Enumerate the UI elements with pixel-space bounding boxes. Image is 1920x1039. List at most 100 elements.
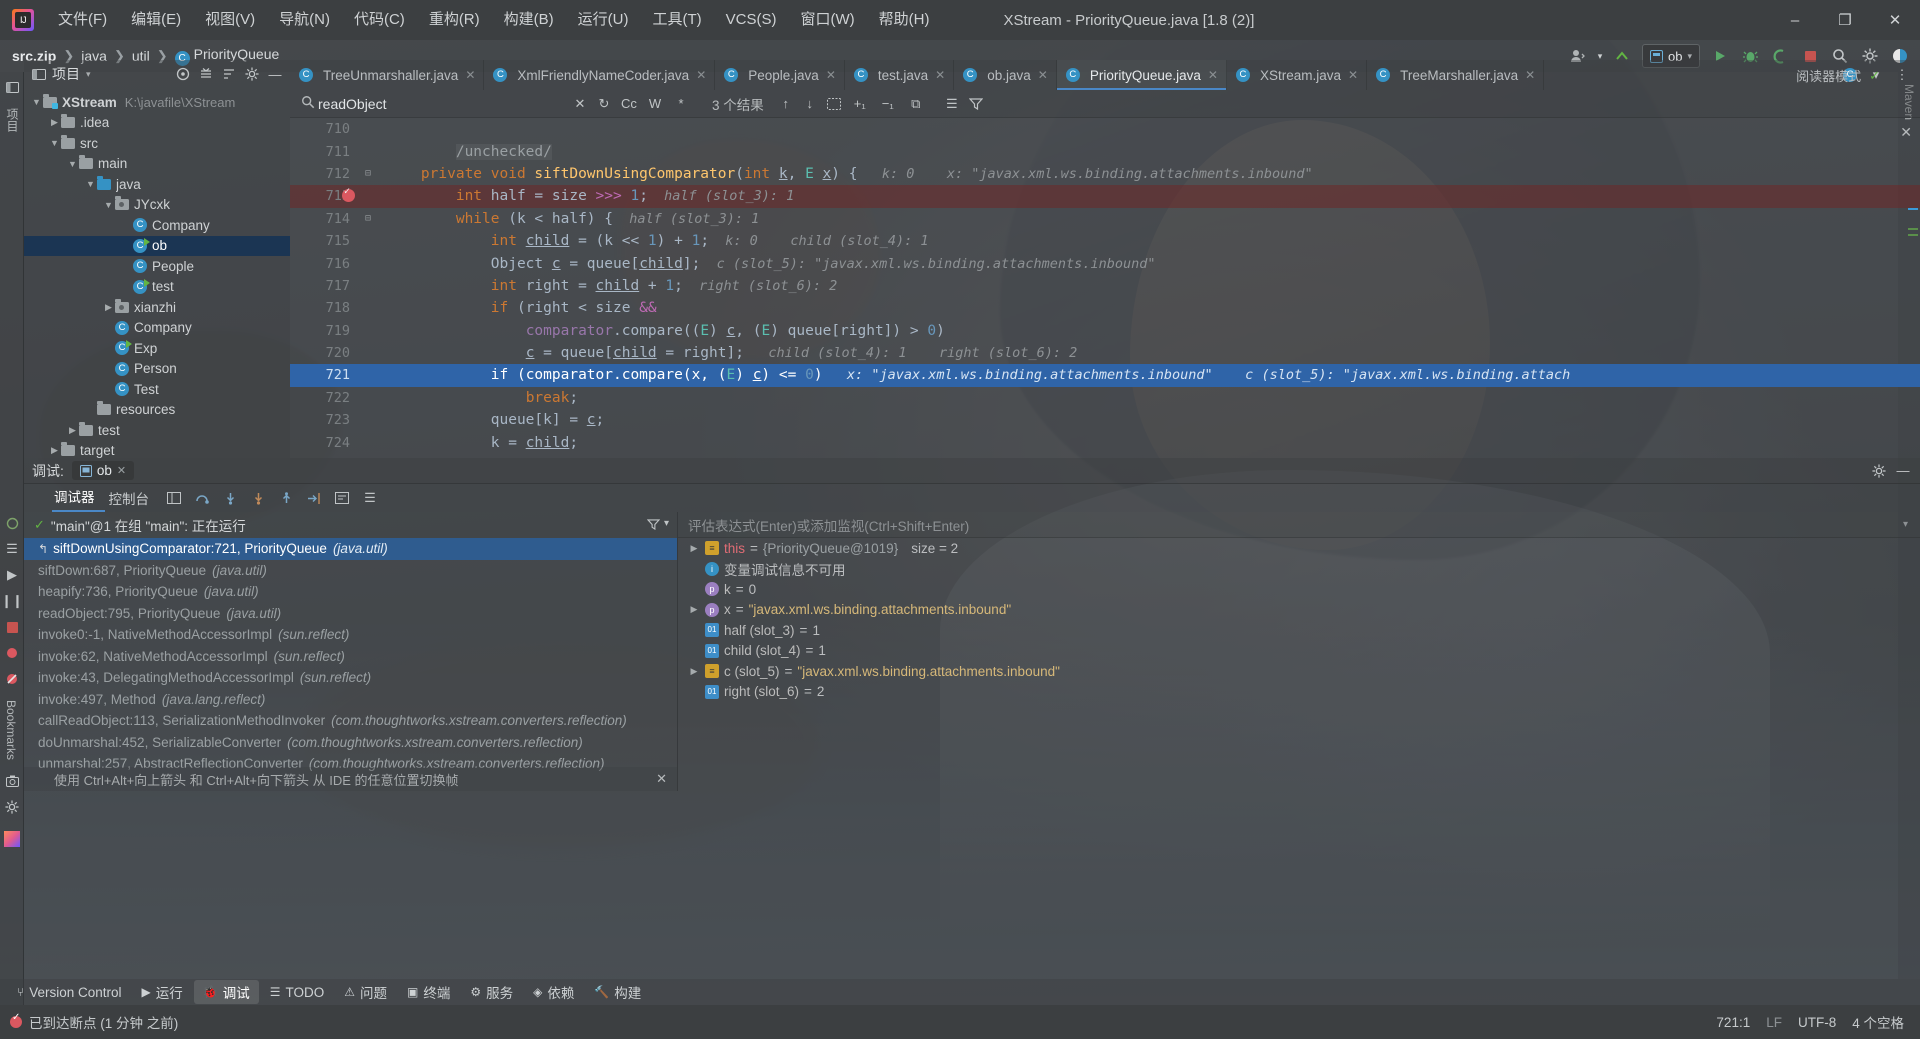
menu-run[interactable]: 运行(U) <box>566 0 641 40</box>
code-line-715[interactable]: 715 int child = (k << 1) + 1; k: 0 child… <box>290 230 1920 252</box>
filter-lines-button[interactable]: ☰ <box>940 92 964 116</box>
bottom-tab--[interactable]: ▶ 运行 <box>133 980 192 1004</box>
variable-row[interactable]: ▶ ≡ c (slot_5) = "javax.xml.ws.binding.att… <box>678 661 1920 682</box>
thread-selector[interactable]: ✓ "main"@1 在组 "main": 正在运行 ▾ <box>24 512 677 538</box>
chevron-right-icon[interactable]: ▶ <box>48 445 61 456</box>
chevron-right-icon[interactable]: ▶ <box>688 666 700 677</box>
menu-file[interactable]: 文件(F) <box>46 0 119 40</box>
bottom-tab--[interactable]: ◈ 依赖 <box>524 980 583 1004</box>
close-icon[interactable]: ✕ <box>117 464 126 477</box>
stack-frame[interactable]: invoke:62, NativeMethodAccessorImpl (sun.… <box>24 646 677 668</box>
close-tab-icon[interactable]: ✕ <box>826 68 836 82</box>
debug-strip-icon[interactable] <box>0 510 24 536</box>
tree-node-xianzhi[interactable]: ▶ xianzhi <box>24 297 290 318</box>
run-strip-icon[interactable]: ▶ <box>0 562 24 588</box>
chevron-down-icon[interactable]: ▾ <box>86 69 91 80</box>
line-separator[interactable]: LF <box>1766 1015 1782 1030</box>
stack-frame[interactable]: callReadObject:113, SerializationMethodI… <box>24 710 677 732</box>
file-encoding[interactable]: UTF-8 <box>1798 1015 1836 1030</box>
force-step-into-icon[interactable] <box>245 486 271 510</box>
chevron-right-icon[interactable]: ▶ <box>66 425 79 436</box>
search-history-icon[interactable]: ↻ <box>592 92 616 116</box>
filter-icon[interactable] <box>646 518 661 533</box>
code-line-718[interactable]: 718 if (right < size && <box>290 297 1920 319</box>
stack-frame[interactable]: invoke0:-1, NativeMethodAccessorImpl (sun… <box>24 624 677 646</box>
pause-strip-icon[interactable]: ❙❙ <box>0 588 24 614</box>
code-line-723[interactable]: 723 queue[k] = c; <box>290 409 1920 431</box>
sort-icon[interactable] <box>218 63 240 85</box>
evaluate-expression-icon[interactable] <box>329 486 355 510</box>
editor-tab-treeunmarshaller[interactable]: C TreeUnmarshaller.java ✕ <box>290 60 485 90</box>
camera-icon[interactable] <box>0 768 24 794</box>
line-number[interactable]: 723 <box>290 412 358 428</box>
menu-navigate[interactable]: 导航(N) <box>267 0 342 40</box>
minimize-button[interactable]: – <box>1770 0 1820 40</box>
close-icon[interactable]: ✕ <box>656 771 667 787</box>
sidebar-item-bookmarks[interactable]: Bookmarks <box>0 692 22 768</box>
chevron-right-icon[interactable]: ▶ <box>688 604 700 615</box>
next-match-button[interactable]: ↓ <box>798 92 822 116</box>
close-tab-icon[interactable]: ✕ <box>465 68 475 82</box>
search-input[interactable] <box>318 95 568 112</box>
stop-strip-icon[interactable] <box>0 614 24 640</box>
gear-icon[interactable] <box>241 63 263 85</box>
minimize-icon[interactable]: — <box>1892 460 1914 482</box>
code-line-719[interactable]: 719 comparator.compare((E) c, (E) queue[… <box>290 320 1920 342</box>
marker-lane[interactable] <box>1906 60 1920 458</box>
variable-row[interactable]: pk = 0 <box>678 579 1920 600</box>
editor-tab-treemarshaller[interactable]: C TreeMarshaller.java ✕ <box>1367 60 1545 90</box>
filter-icon[interactable] <box>964 92 988 116</box>
collapse-all-icon[interactable] <box>195 63 217 85</box>
menu-help[interactable]: 帮助(H) <box>867 0 942 40</box>
add-all-button[interactable]: ⧉ <box>902 92 930 116</box>
project-tool-icon[interactable] <box>0 74 24 100</box>
tree-node--idea[interactable]: ▶ .idea <box>24 113 290 134</box>
stack-frame[interactable]: readObject:795, PriorityQueue (java.util) <box>24 603 677 625</box>
hide-icon[interactable]: — <box>264 63 286 85</box>
code-line-722[interactable]: 722 break; <box>290 387 1920 409</box>
close-button[interactable]: ✕ <box>1870 0 1920 40</box>
editor-tab-xstream[interactable]: C XStream.java ✕ <box>1227 60 1368 90</box>
clear-search-icon[interactable]: ✕ <box>568 92 592 116</box>
code-line-711[interactable]: 711 /unchecked/ <box>290 140 1920 162</box>
tree-node-resources[interactable]: resources <box>24 400 290 421</box>
line-number[interactable]: 714 <box>290 211 358 227</box>
line-number[interactable]: 711 <box>290 144 358 160</box>
select-all-occurrences-button[interactable] <box>822 92 846 116</box>
code-line-720[interactable]: 720 c = queue[child = right]; child (slo… <box>290 342 1920 364</box>
bottom-tab-version-control[interactable]: ⑂ Version Control <box>8 983 131 1002</box>
code-line-714[interactable]: 714 ⊟ while (k < half) { half (slot_3): 1 <box>290 208 1920 230</box>
variable-row[interactable]: 01 half (slot_3) = 1 <box>678 620 1920 641</box>
tree-node-person[interactable]: C Person <box>24 359 290 380</box>
bottom-tab--[interactable]: 🔨 构建 <box>585 980 650 1004</box>
bottom-tab--[interactable]: ▣ 终端 <box>398 980 459 1004</box>
code-line-713[interactable]: 713 int half = size >>> 1; half (slot_3)… <box>290 185 1920 208</box>
tree-node-src[interactable]: ▼ src <box>24 133 290 154</box>
line-number[interactable]: 722 <box>290 390 358 406</box>
settings-strip-icon[interactable] <box>0 794 24 820</box>
tree-node-test[interactable]: ▶ test <box>24 420 290 441</box>
gear-icon[interactable] <box>1868 460 1890 482</box>
line-number[interactable]: 712 <box>290 166 358 182</box>
stack-frame[interactable]: invoke:43, DelegatingMethodAccessorImpl (… <box>24 667 677 689</box>
variable-row[interactable]: 01 child (slot_4) = 1 <box>678 641 1920 662</box>
stack-frame[interactable]: ↰ siftDownUsingComparator:721, PriorityQu… <box>24 538 677 560</box>
menu-vcs[interactable]: VCS(S) <box>714 0 789 40</box>
chevron-down-icon[interactable]: ▼ <box>48 138 61 148</box>
prev-match-button[interactable]: ↑ <box>774 92 798 116</box>
variable-row[interactable]: ▶ p x = "javax.xml.ws.binding.attachments.… <box>678 600 1920 621</box>
evaluate-expression-input[interactable]: 评估表达式(Enter)或添加监视(Ctrl+Shift+Enter) ▾ <box>678 512 1920 538</box>
tab-console[interactable]: 控制台 <box>107 488 160 508</box>
tab-debugger[interactable]: 调试器 <box>52 484 105 512</box>
tree-node-test[interactable]: C Test <box>24 379 290 400</box>
line-number[interactable]: 717 <box>290 278 358 294</box>
step-into-icon[interactable] <box>217 486 243 510</box>
line-number[interactable]: 721 <box>290 367 358 383</box>
tree-node-java[interactable]: ▼ java <box>24 174 290 195</box>
editor-tab-priorityqueue[interactable]: C PriorityQueue.java ✕ <box>1056 60 1227 90</box>
target-icon[interactable] <box>172 63 194 85</box>
chevron-right-icon[interactable]: ▶ <box>102 302 115 313</box>
chevron-down-icon[interactable]: ▼ <box>84 179 97 189</box>
variable-row[interactable]: ▶ ≡ this = {PriorityQueue@1019} size = 2 <box>678 538 1920 559</box>
match-case-toggle[interactable]: Cc <box>616 92 642 116</box>
